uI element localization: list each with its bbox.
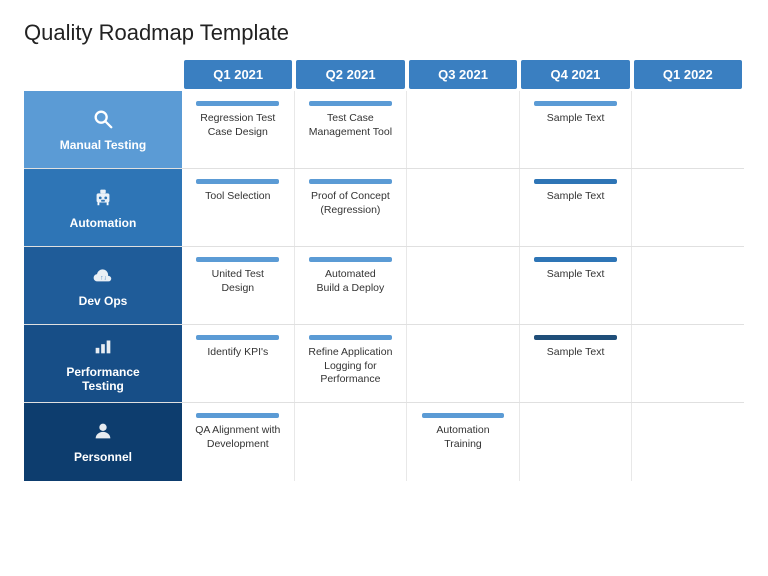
bar-2-3 xyxy=(534,257,617,262)
quarters-1: Tool Selection Proof of Concept(Regressio… xyxy=(182,169,744,246)
cell-text-4-2: AutomationTraining xyxy=(436,424,489,451)
page-title: Quality Roadmap Template xyxy=(24,20,744,46)
bar-3-0 xyxy=(196,335,279,340)
cell-text-2-1: AutomatedBuild a Deploy xyxy=(317,268,385,295)
cell-0-3: Sample Text xyxy=(519,91,632,168)
category-label-0: Manual Testing xyxy=(60,138,146,152)
cell-0-4 xyxy=(631,91,744,168)
bar-1-0 xyxy=(196,179,279,184)
cell-3-3: Sample Text xyxy=(519,325,632,402)
bar-0-1 xyxy=(309,101,392,106)
category-4: Personnel xyxy=(24,403,182,481)
cell-text-4-0: QA Alignment withDevelopment xyxy=(195,424,280,451)
bar-0-3 xyxy=(534,101,617,106)
cell-1-2 xyxy=(406,169,519,246)
cell-3-0: Identify KPI's xyxy=(182,325,294,402)
category-icon-4 xyxy=(92,420,114,446)
cell-2-0: United TestDesign xyxy=(182,247,294,324)
cell-2-1: AutomatedBuild a Deploy xyxy=(294,247,407,324)
cell-0-1: Test CaseManagement Tool xyxy=(294,91,407,168)
cell-0-2 xyxy=(406,91,519,168)
bar-4-0 xyxy=(196,413,279,418)
category-label-1: Automation xyxy=(70,216,137,230)
cell-text-1-0: Tool Selection xyxy=(205,190,270,204)
bar-0-0 xyxy=(196,101,279,106)
cell-4-0: QA Alignment withDevelopment xyxy=(182,403,294,481)
quarters-3: Identify KPI's Refine Application Logging… xyxy=(182,325,744,402)
quarter-header-4: Q1 2022 xyxy=(634,60,742,89)
cell-text-0-0: Regression TestCase Design xyxy=(200,112,275,139)
row-2: ↑↓ Dev Ops United TestDesign AutomatedBuild… xyxy=(24,247,744,325)
category-label-4: Personnel xyxy=(74,450,132,464)
svg-text:↑↓: ↑↓ xyxy=(100,274,106,281)
cell-1-1: Proof of Concept(Regression) xyxy=(294,169,407,246)
cell-4-2: AutomationTraining xyxy=(406,403,519,481)
cell-text-3-3: Sample Text xyxy=(547,346,605,360)
data-rows: Manual Testing Regression TestCase Design… xyxy=(24,91,744,481)
cell-text-1-3: Sample Text xyxy=(547,190,605,204)
quarters-4: QA Alignment withDevelopment AutomationTr… xyxy=(182,403,744,481)
row-0: Manual Testing Regression TestCase Design… xyxy=(24,91,744,169)
category-icon-3 xyxy=(92,335,114,361)
cell-text-2-3: Sample Text xyxy=(547,268,605,282)
quarters-2: United TestDesign AutomatedBuild a Deploy… xyxy=(182,247,744,324)
quarter-header-2: Q3 2021 xyxy=(409,60,517,89)
cell-2-2 xyxy=(406,247,519,324)
cell-3-1: Refine Application Logging forPerformanc… xyxy=(294,325,407,402)
cell-4-1 xyxy=(294,403,407,481)
cell-1-0: Tool Selection xyxy=(182,169,294,246)
cell-0-0: Regression TestCase Design xyxy=(182,91,294,168)
cell-text-2-0: United TestDesign xyxy=(212,268,264,295)
quarter-header-0: Q1 2021 xyxy=(184,60,292,89)
cell-text-3-1: Refine Application Logging forPerformanc… xyxy=(299,346,403,387)
cell-text-0-3: Sample Text xyxy=(547,112,605,126)
roadmap-container: Q1 2021Q2 2021Q3 2021Q4 2021Q1 2022 Manu… xyxy=(24,60,744,481)
cell-3-2 xyxy=(406,325,519,402)
bar-1-1 xyxy=(309,179,392,184)
bar-3-3 xyxy=(534,335,617,340)
cell-4-3 xyxy=(519,403,632,481)
category-label-2: Dev Ops xyxy=(79,294,128,308)
category-0: Manual Testing xyxy=(24,91,182,168)
row-1: Automation Tool Selection Proof of Concept… xyxy=(24,169,744,247)
category-3: PerformanceTesting xyxy=(24,325,182,402)
quarter-header-1: Q2 2021 xyxy=(296,60,404,89)
cell-1-3: Sample Text xyxy=(519,169,632,246)
category-icon-0 xyxy=(92,108,114,134)
bar-2-1 xyxy=(309,257,392,262)
quarter-header-3: Q4 2021 xyxy=(521,60,629,89)
cell-1-4 xyxy=(631,169,744,246)
header-row: Q1 2021Q2 2021Q3 2021Q4 2021Q1 2022 xyxy=(182,60,744,89)
category-icon-1 xyxy=(92,186,114,212)
cell-4-4 xyxy=(631,403,744,481)
cell-2-3: Sample Text xyxy=(519,247,632,324)
category-label-3: PerformanceTesting xyxy=(66,365,139,393)
category-1: Automation xyxy=(24,169,182,246)
cell-3-4 xyxy=(631,325,744,402)
row-3: PerformanceTesting Identify KPI's Refine A… xyxy=(24,325,744,403)
cell-2-4 xyxy=(631,247,744,324)
bar-3-1 xyxy=(309,335,392,340)
cell-text-1-1: Proof of Concept(Regression) xyxy=(311,190,390,217)
row-4: Personnel QA Alignment withDevelopment Aut… xyxy=(24,403,744,481)
cell-text-0-1: Test CaseManagement Tool xyxy=(309,112,392,139)
cell-text-3-0: Identify KPI's xyxy=(207,346,268,360)
bar-1-3 xyxy=(534,179,617,184)
quarters-0: Regression TestCase Design Test CaseManag… xyxy=(182,91,744,168)
category-icon-2: ↑↓ xyxy=(92,264,114,290)
bar-2-0 xyxy=(196,257,279,262)
category-2: ↑↓ Dev Ops xyxy=(24,247,182,324)
bar-4-2 xyxy=(422,413,505,418)
